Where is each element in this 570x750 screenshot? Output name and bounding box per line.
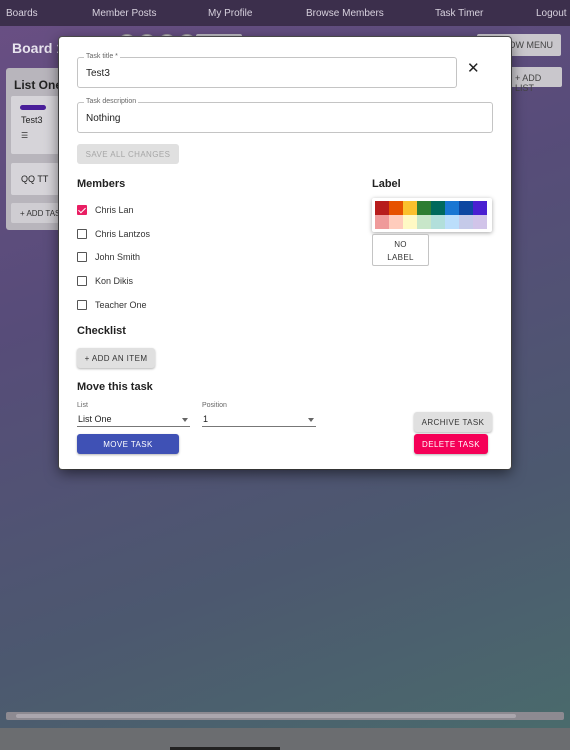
add-task-button[interactable]: + ADD TASK (11, 203, 66, 223)
member-name: Chris Lantzos (95, 229, 151, 239)
list-select-label: List (77, 402, 88, 409)
move-task-button[interactable]: MOVE TASK (77, 434, 179, 454)
member-checkbox[interactable] (77, 276, 87, 286)
label-heading: Label (372, 178, 401, 190)
member-name: Chris Lan (95, 205, 134, 215)
label-color-swatch[interactable] (431, 215, 445, 229)
nav-task-timer[interactable]: Task Timer (435, 8, 483, 19)
task-card-title: Test3 (21, 115, 43, 125)
no-label-button[interactable]: NO LABEL (372, 234, 429, 266)
task-card[interactable]: Test3 ☰ (11, 96, 59, 154)
list-select-value: List One (78, 414, 112, 424)
footer-bar (0, 728, 570, 750)
member-row[interactable]: John Smith (77, 250, 140, 264)
nav-boards[interactable]: Boards (6, 8, 38, 19)
nav-browse-members[interactable]: Browse Members (306, 8, 384, 19)
task-description-value: Nothing (86, 113, 121, 124)
member-row[interactable]: Teacher One (77, 298, 147, 312)
task-title-value: Test3 (86, 68, 110, 79)
checklist-heading: Checklist (77, 325, 126, 337)
label-color-swatch[interactable] (389, 215, 403, 229)
member-name: Kon Dikis (95, 276, 134, 286)
top-nav: Boards Member Posts My Profile Browse Me… (0, 0, 570, 26)
member-name: Teacher One (95, 300, 147, 310)
label-color-swatch[interactable] (375, 215, 389, 229)
task-card-title: QQ TT (21, 174, 49, 184)
label-color-swatch[interactable] (403, 201, 417, 215)
task-edit-dialog: Task title * Test3 ✕ Task description No… (59, 37, 511, 469)
label-color-swatch[interactable] (417, 201, 431, 215)
label-color-swatch[interactable] (417, 215, 431, 229)
member-checkbox[interactable] (77, 229, 87, 239)
label-color-swatch[interactable] (389, 201, 403, 215)
add-list-button[interactable]: + ADD LIST (509, 67, 562, 93)
label-color-swatch[interactable] (403, 215, 417, 229)
label-color-swatch[interactable] (473, 215, 487, 229)
member-checkbox[interactable] (77, 205, 87, 215)
members-heading: Members (77, 178, 126, 190)
task-card[interactable]: QQ TT (11, 163, 59, 195)
horizontal-scrollbar[interactable] (6, 712, 564, 720)
member-row[interactable]: Chris Lantzos (77, 227, 150, 241)
label-color-swatch[interactable] (375, 201, 389, 215)
position-select-label: Position (202, 402, 227, 409)
task-title-field[interactable]: Task title * Test3 (77, 52, 457, 88)
member-checkbox[interactable] (77, 252, 87, 262)
nav-logout[interactable]: Logout (536, 8, 567, 19)
list-title: List One (14, 78, 63, 92)
move-task-heading: Move this task (77, 381, 153, 393)
label-color-swatch[interactable] (473, 201, 487, 215)
close-icon[interactable]: ✕ (467, 61, 480, 77)
save-all-changes-button[interactable]: SAVE ALL CHANGES (77, 144, 179, 164)
description-icon: ☰ (21, 131, 29, 140)
task-title-label: Task title * (84, 52, 120, 62)
no-label-text: LABEL (387, 253, 414, 262)
label-color-swatch[interactable] (459, 201, 473, 215)
dropdown-arrow-icon (308, 418, 314, 422)
position-select[interactable]: 1 (202, 413, 316, 427)
nav-my-profile[interactable]: My Profile (208, 8, 252, 19)
label-color-swatch[interactable] (431, 201, 445, 215)
board-title: Board 1 (12, 40, 65, 56)
nav-member-posts[interactable]: Member Posts (92, 8, 156, 19)
member-name: John Smith (95, 252, 141, 262)
label-color-palette (372, 198, 492, 232)
label-color-swatch[interactable] (459, 215, 473, 229)
delete-task-button[interactable]: DELETE TASK (414, 434, 488, 454)
task-description-field[interactable]: Task description Nothing (77, 97, 493, 133)
list-select[interactable]: List One (77, 413, 190, 427)
label-color-swatch[interactable] (445, 215, 459, 229)
position-select-value: 1 (203, 414, 209, 424)
member-checkbox[interactable] (77, 300, 87, 310)
member-row[interactable]: Kon Dikis (77, 274, 133, 288)
card-label-color (20, 105, 46, 110)
archive-task-button[interactable]: ARCHIVE TASK (414, 412, 492, 432)
add-checklist-item-button[interactable]: + ADD AN ITEM (77, 348, 155, 368)
member-row[interactable]: Chris Lan (77, 203, 134, 217)
no-label-text: NO (394, 240, 407, 249)
scrollbar-thumb[interactable] (16, 714, 516, 718)
dropdown-arrow-icon (182, 418, 188, 422)
task-description-label: Task description (84, 97, 139, 107)
label-color-swatch[interactable] (445, 201, 459, 215)
